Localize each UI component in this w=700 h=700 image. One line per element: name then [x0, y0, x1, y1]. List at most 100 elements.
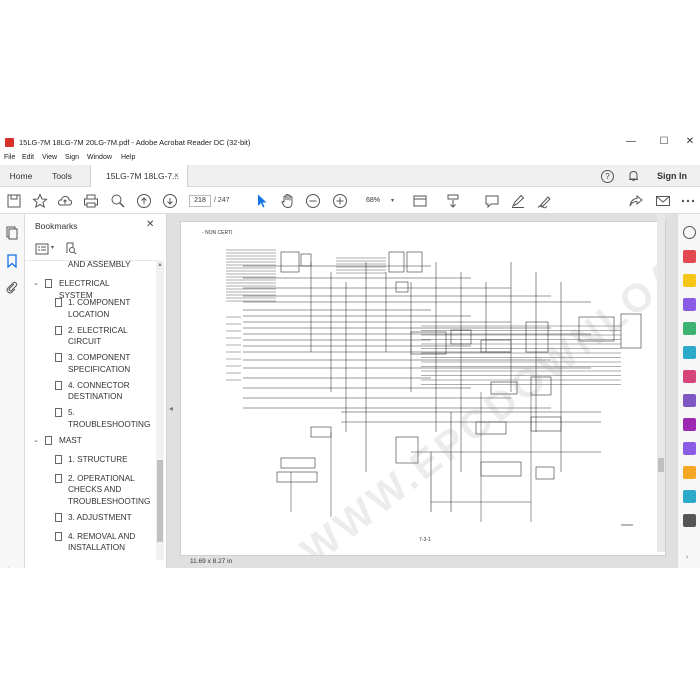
star-icon[interactable]: [32, 193, 48, 209]
tab-bar: Home Tools 15LG-7M 18LG-7... × ? Sign In: [0, 165, 700, 187]
share-icon[interactable]: [628, 193, 644, 209]
compress-pdf-icon[interactable]: [683, 490, 696, 503]
fill-sign-icon[interactable]: [683, 370, 696, 383]
component-box: [406, 251, 423, 273]
menu-sign[interactable]: Sign: [65, 154, 79, 161]
menu-view[interactable]: View: [42, 154, 57, 161]
bookmark-item[interactable]: 5. TROUBLESHOOTING: [25, 405, 155, 432]
menu-edit[interactable]: Edit: [22, 154, 34, 161]
sign-in-button[interactable]: Sign In: [657, 165, 687, 187]
page-thumbnails-icon[interactable]: [5, 226, 19, 240]
zoom-in-icon[interactable]: [332, 193, 348, 209]
bookmark-section[interactable]: ⌄ ELECTRICAL SYSTEM: [25, 276, 155, 300]
previous-page-icon[interactable]: [136, 193, 152, 209]
find-bookmark-icon[interactable]: [65, 242, 77, 255]
drawing-number: xxxxxx: [621, 522, 633, 527]
close-window-button[interactable]: ✕: [679, 135, 700, 149]
bookmark-item[interactable]: 2. ELECTRICAL CIRCUIT: [25, 323, 155, 350]
menu-window[interactable]: Window: [87, 154, 112, 161]
more-tools-list-icon[interactable]: [683, 514, 696, 527]
expand-right-icon[interactable]: ›: [686, 554, 688, 561]
zoom-out-icon[interactable]: [305, 193, 321, 209]
combine-files-icon[interactable]: [683, 298, 696, 311]
sign-pen-icon[interactable]: [537, 193, 553, 209]
send-for-signature-icon[interactable]: [683, 442, 696, 455]
bookmark-label: 1. COMPONENT LOCATION: [68, 298, 131, 319]
search-tools-icon[interactable]: [683, 226, 696, 239]
maximize-button[interactable]: ☐: [653, 135, 675, 149]
comment-icon[interactable]: [484, 193, 500, 209]
close-bookmarks-button[interactable]: ✕: [146, 219, 154, 230]
chevron-down-icon[interactable]: ▾: [51, 244, 54, 251]
page-footer-number: 7-3-1: [419, 537, 431, 543]
zoom-level-value: 68%: [366, 197, 381, 204]
bookmark-item[interactable]: 1. STRUCTURE: [25, 452, 155, 468]
close-tab-button[interactable]: ×: [174, 165, 179, 187]
zoom-level-select[interactable]: 68% ▾: [358, 195, 398, 207]
menu-help[interactable]: Help: [121, 154, 135, 161]
find-icon[interactable]: [110, 193, 126, 209]
highlight-pen-icon[interactable]: [510, 193, 526, 209]
print-icon[interactable]: [83, 193, 99, 209]
scan-ocr-icon[interactable]: [683, 346, 696, 359]
comment-tool-icon[interactable]: [683, 274, 696, 287]
collapse-left-icon[interactable]: ◂: [169, 404, 173, 413]
bookmarks-scrollbar[interactable]: ▲: [156, 260, 164, 560]
send-for-comments-icon[interactable]: [683, 466, 696, 479]
bookmark-flag-icon: [55, 353, 62, 362]
select-cursor-icon[interactable]: [254, 193, 270, 209]
email-icon[interactable]: [655, 193, 671, 209]
minimize-button[interactable]: —: [620, 135, 642, 149]
component-box: [410, 331, 447, 355]
bookmarks-scroll-thumb[interactable]: [157, 460, 163, 542]
bookmark-item[interactable]: 3. COMPONENT SPECIFICATION: [25, 350, 155, 377]
fit-page-icon[interactable]: [412, 193, 428, 209]
pdf-page: - NON CERTI WWW.EPCDOWNLOAD.COM 7-3-1 xx…: [180, 221, 666, 556]
acrobat-window: 15LG-7M 18LG-7M 20LG-7M.pdf - Adobe Acro…: [0, 132, 700, 568]
bookmark-flag-icon: [55, 531, 62, 541]
tab-tools[interactable]: Tools: [42, 165, 82, 187]
bookmarks-tree: AND ASSEMBLY ⌄ ELECTRICAL SYSTEM 1. COMPONE…: [25, 260, 157, 560]
bell-icon[interactable]: [628, 170, 639, 182]
bookmark-options-icon[interactable]: [35, 243, 49, 255]
export-pdf-icon[interactable]: [683, 250, 696, 263]
main-toolbar: 218 / 247 68% ▾: [0, 188, 700, 214]
prepare-form-icon[interactable]: [683, 418, 696, 431]
next-page-icon[interactable]: [162, 193, 178, 209]
bookmark-item[interactable]: 3. ADJUSTMENT: [25, 510, 155, 526]
bookmark-item[interactable]: 4. CONNECTOR DESTINATION: [25, 378, 155, 405]
page-number-input[interactable]: 218: [189, 195, 211, 207]
bookmark-label: 1. STRUCTURE: [68, 454, 128, 464]
hand-tool-icon[interactable]: [280, 193, 296, 209]
document-view[interactable]: ◂ - NON CERTI WWW.EPCDOWNLOAD.COM 7-3-1 …: [167, 214, 677, 568]
help-button[interactable]: ?: [601, 170, 614, 183]
cloud-upload-icon[interactable]: [57, 193, 73, 209]
bookmark-label: AND ASSEMBLY: [68, 260, 131, 269]
organize-pages-icon[interactable]: [683, 322, 696, 335]
bookmark-flag-icon: [55, 380, 62, 390]
tab-home[interactable]: Home: [0, 165, 42, 187]
chevron-down-icon[interactable]: ⌄: [33, 279, 39, 287]
document-scrollbar[interactable]: [657, 214, 665, 552]
more-tools-icon[interactable]: [680, 193, 696, 209]
acrobat-app-icon: [5, 138, 14, 147]
bookmarks-icon[interactable]: [5, 254, 19, 268]
bookmark-item[interactable]: 4. REMOVAL AND INSTALLATION: [25, 529, 155, 556]
bookmarks-title: Bookmarks: [35, 221, 78, 231]
document-scroll-thumb[interactable]: [658, 458, 664, 472]
bookmark-item[interactable]: 1. COMPONENT LOCATION: [25, 295, 155, 322]
scrolling-mode-icon[interactable]: [445, 193, 461, 209]
bookmark-label: 2. OPERATIONAL CHECKS AND TROUBLESHOOTING: [68, 473, 151, 506]
attachments-icon[interactable]: [5, 280, 19, 294]
bookmark-item[interactable]: 2. OPERATIONAL CHECKS AND TROUBLESHOOTING: [25, 471, 155, 510]
collapse-pane-icon[interactable]: ‹: [7, 566, 9, 568]
save-icon[interactable]: [6, 193, 22, 209]
page-size-status: 11.69 x 8.27 in: [190, 558, 233, 565]
protect-icon[interactable]: [683, 394, 696, 407]
scroll-up-icon[interactable]: ▲: [157, 262, 163, 268]
menu-file[interactable]: File: [4, 154, 15, 161]
wiring-schematic: [226, 249, 642, 522]
chevron-down-icon[interactable]: ⌄: [33, 436, 39, 444]
bookmark-section[interactable]: ⌄ MAST: [25, 433, 155, 449]
bookmark-item[interactable]: AND ASSEMBLY: [25, 260, 155, 273]
